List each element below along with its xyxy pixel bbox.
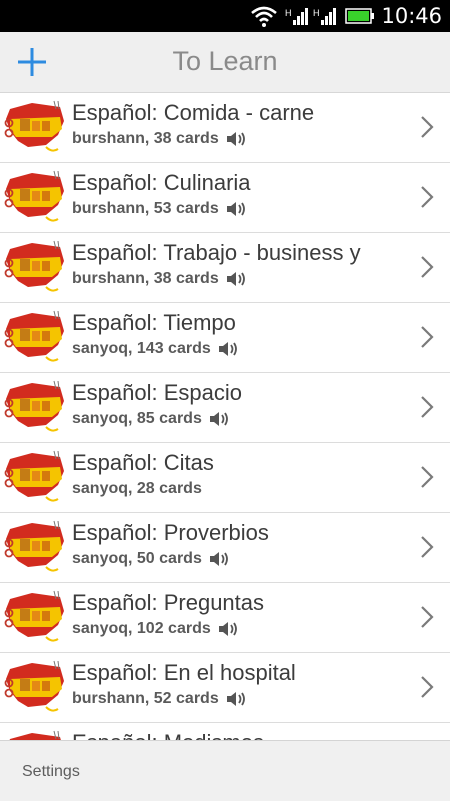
spain-flag-icon (4, 660, 64, 712)
speaker-icon (226, 272, 245, 286)
bottom-bar: Settings (0, 740, 450, 801)
deck-list[interactable]: Español: Comida - carne burshann, 38 car… (0, 93, 450, 740)
deck-title: Español: Modismos (72, 730, 402, 740)
speaker-icon (226, 132, 245, 146)
battery-icon (345, 8, 375, 24)
status-icons: H H 10:46 (249, 0, 450, 32)
list-item[interactable]: Español: Modismos (0, 723, 450, 740)
list-item[interactable]: Español: Preguntas sanyoq, 102 cards (0, 583, 450, 653)
deck-title: Español: Trabajo - business y (72, 240, 361, 265)
list-item[interactable]: Español: Citas sanyoq, 28 cards (0, 443, 450, 513)
spain-flag-icon (9, 730, 61, 740)
deck-meta: sanyoq, 28 cards (72, 480, 202, 498)
deck-meta-text: burshann, 53 cards (72, 200, 219, 217)
signal-label: H (285, 8, 292, 18)
deck-meta-text: burshann, 52 cards (72, 690, 219, 707)
chevron-right-icon (421, 676, 434, 698)
deck-title: Español: Preguntas (72, 590, 265, 615)
speaker-icon (226, 202, 245, 216)
deck-meta-text: burshann, 38 cards (72, 270, 219, 287)
deck-title: Español: Culinaria (72, 170, 251, 195)
speaker-icon (218, 622, 237, 636)
signal-icon: H (285, 8, 309, 25)
action-bar: To Learn (0, 32, 450, 93)
chevron-right-icon (421, 256, 434, 278)
list-item[interactable]: Español: En el hospital burshann, 52 car… (0, 653, 450, 723)
list-item[interactable]: Español: Tiempo sanyoq, 143 cards (0, 303, 450, 373)
deck-meta-text: sanyoq, 85 cards (72, 410, 202, 427)
deck-title: Español: Espacio (72, 380, 242, 405)
speaker-icon (218, 342, 237, 356)
spain-flag-icon (4, 100, 64, 152)
list-item[interactable]: Español: Trabajo - business y burshann, … (0, 233, 450, 303)
deck-meta: burshann, 38 cards (72, 130, 247, 148)
deck-meta-text: sanyoq, 102 cards (72, 620, 211, 637)
deck-title: Español: En el hospital (72, 660, 296, 685)
speaker-icon (209, 552, 228, 566)
deck-meta: burshann, 52 cards (72, 690, 247, 708)
chevron-right-icon (421, 606, 434, 628)
wifi-icon (251, 6, 278, 27)
deck-meta: sanyoq, 102 cards (72, 620, 239, 638)
spain-flag-icon (4, 240, 64, 292)
spain-flag-icon (4, 520, 64, 572)
deck-meta-text: burshann, 38 cards (72, 130, 219, 147)
spain-flag-icon (4, 170, 64, 222)
deck-title: Español: Comida - carne (72, 100, 315, 125)
list-item[interactable]: Español: Proverbios sanyoq, 50 cards (0, 513, 450, 583)
deck-meta-text: sanyoq, 143 cards (72, 340, 211, 357)
deck-title: Español: Citas (72, 450, 214, 475)
page-title: To Learn (172, 46, 278, 76)
spain-flag-icon (4, 310, 64, 362)
clock: 10:46 (381, 4, 442, 28)
status-bar: H H 10:46 (0, 0, 450, 32)
spain-flag-icon (4, 450, 64, 502)
chevron-right-icon (421, 536, 434, 558)
deck-meta: burshann, 38 cards (72, 270, 247, 288)
speaker-icon (226, 692, 245, 706)
signal-label: H (313, 8, 320, 18)
chevron-right-icon (421, 396, 434, 418)
deck-meta: sanyoq, 143 cards (72, 340, 239, 358)
spain-flag-icon (4, 590, 64, 642)
chevron-right-icon (421, 326, 434, 348)
deck-meta: sanyoq, 50 cards (72, 550, 230, 568)
settings-button[interactable]: Settings (22, 763, 80, 781)
deck-title: Español: Proverbios (72, 520, 269, 545)
chevron-right-icon (421, 186, 434, 208)
spain-flag-icon (4, 380, 64, 432)
chevron-right-icon (421, 466, 434, 488)
deck-title: Español: Tiempo (72, 310, 236, 335)
deck-meta: burshann, 53 cards (72, 200, 247, 218)
signal-icon: H (313, 8, 337, 25)
list-item[interactable]: Español: Comida - carne burshann, 38 car… (0, 93, 450, 163)
speaker-icon (209, 412, 228, 426)
list-item[interactable]: Español: Espacio sanyoq, 85 cards (0, 373, 450, 443)
deck-meta: sanyoq, 85 cards (72, 410, 230, 428)
chevron-right-icon (421, 116, 434, 138)
deck-meta-text: sanyoq, 28 cards (72, 480, 202, 497)
deck-meta-text: sanyoq, 50 cards (72, 550, 202, 567)
list-item[interactable]: Español: Culinaria burshann, 53 cards (0, 163, 450, 233)
